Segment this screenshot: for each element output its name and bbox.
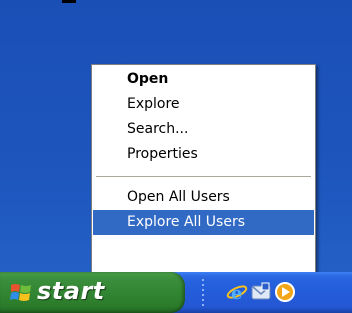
menu-item-search[interactable]: Search... bbox=[93, 117, 314, 142]
windows-logo-icon bbox=[10, 284, 31, 301]
taskbar: start e bbox=[0, 272, 352, 313]
menu-separator bbox=[96, 176, 311, 177]
menu-item-explore[interactable]: Explore bbox=[93, 92, 314, 117]
menu-item-open-all-users[interactable]: Open All Users bbox=[93, 185, 314, 210]
start-label: start bbox=[37, 277, 105, 305]
outlook-express-icon[interactable] bbox=[250, 281, 272, 303]
menu-item-explore-all-users[interactable]: Explore All Users bbox=[93, 210, 314, 235]
media-player-icon[interactable] bbox=[274, 281, 296, 303]
menu-item-properties[interactable]: Properties bbox=[93, 142, 314, 167]
internet-explorer-icon[interactable]: e bbox=[226, 281, 248, 303]
menu-item-open[interactable]: Open bbox=[93, 67, 314, 92]
context-menu: Open Explore Search... Properties Open A… bbox=[91, 64, 316, 274]
desktop-icon-fragment bbox=[62, 0, 76, 3]
quick-launch-grip[interactable] bbox=[201, 279, 205, 307]
svg-text:e: e bbox=[231, 283, 242, 303]
start-button[interactable]: start bbox=[0, 272, 185, 313]
